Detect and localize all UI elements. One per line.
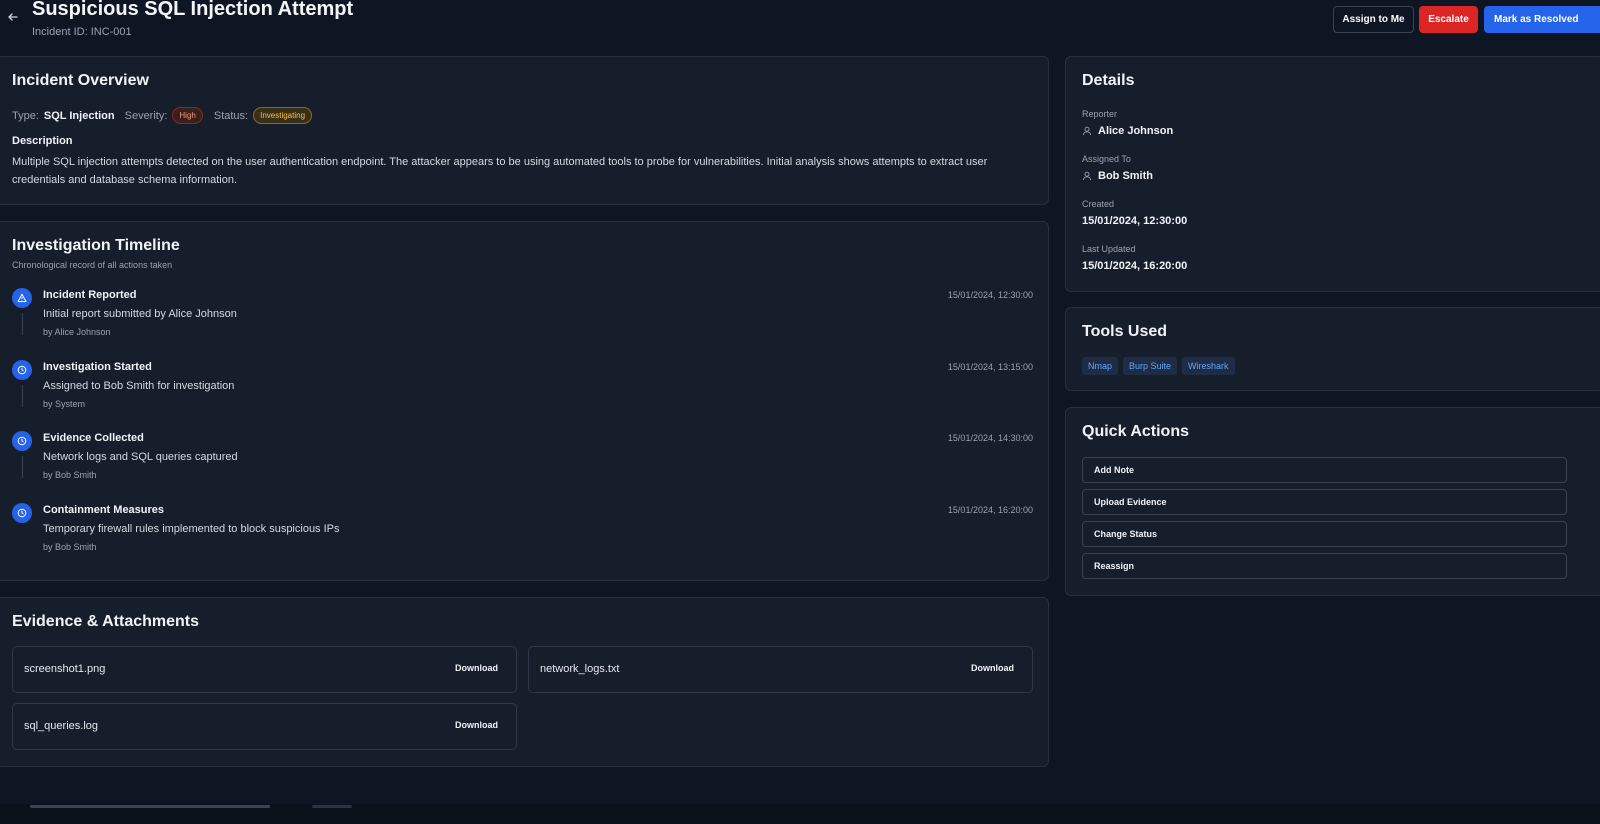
timeline-connector (22, 313, 23, 335)
incident-id: Incident ID: INC-001 (32, 26, 132, 38)
incident-overview-card: Incident Overview Type: SQL Injection Se… (0, 56, 1049, 205)
incident-meta-row: Type: SQL Injection Severity: High Statu… (12, 107, 323, 124)
clock-icon (12, 360, 32, 380)
timeline-item-author: by System (43, 399, 86, 409)
status-badge: Investigating (253, 107, 313, 124)
timeline-item: Containment Measures Temporary firewall … (12, 503, 1037, 573)
timeline-item: Investigation Started Assigned to Bob Sm… (12, 360, 1037, 430)
timeline-item: Evidence Collected Network logs and SQL … (12, 431, 1037, 501)
tool-tag: Wireshark (1182, 357, 1235, 375)
download-button[interactable]: Download (455, 720, 498, 730)
file-name: network_logs.txt (540, 663, 620, 675)
timeline-item-description: Temporary firewall rules implemented to … (43, 523, 340, 535)
timeline-item-title: Evidence Collected (43, 432, 144, 444)
upload-evidence-button[interactable]: Upload Evidence (1082, 489, 1567, 515)
type-label: Type: (12, 109, 39, 122)
updated-label: Last Updated (1082, 244, 1136, 254)
created-label: Created (1082, 199, 1115, 209)
download-button[interactable]: Download (971, 663, 1014, 673)
description-label: Description (12, 135, 73, 147)
timeline-item-description: Assigned to Bob Smith for investigation (43, 380, 235, 392)
tool-tag-list: Nmap Burp Suite Wireshark (1082, 357, 1240, 375)
investigation-timeline-card: Investigation Timeline Chronological rec… (0, 221, 1049, 581)
type-value: SQL Injection (43, 109, 115, 122)
description-text: Multiple SQL injection attempts detected… (12, 156, 988, 186)
download-button[interactable]: Download (455, 663, 498, 673)
timeline-item: Incident Reported Initial report submitt… (12, 288, 1037, 358)
timeline-connector (22, 385, 23, 407)
timeline-item-time: 15/01/2024, 16:20:00 (947, 505, 1033, 515)
section-title: Evidence & Attachments (12, 613, 200, 630)
created-value: 15/01/2024, 12:30:00 (1082, 215, 1188, 227)
scrollbar-thumb[interactable] (312, 805, 352, 808)
tools-used-card: Tools Used Nmap Burp Suite Wireshark (1065, 307, 1600, 391)
timeline-item-title: Investigation Started (43, 361, 152, 373)
file-name: screenshot1.png (24, 663, 106, 675)
timeline-subtitle: Chronological record of all actions take… (12, 260, 173, 270)
reporter-label: Reporter (1082, 109, 1118, 119)
add-note-button[interactable]: Add Note (1082, 457, 1567, 483)
evidence-card: Evidence & Attachments screenshot1.png D… (0, 597, 1049, 767)
section-title: Investigation Timeline (12, 237, 180, 254)
assigned-label: Assigned To (1082, 154, 1131, 164)
timeline-connector (22, 456, 23, 478)
page-header: Suspicious SQL Injection Attempt Inciden… (0, 0, 1600, 50)
evidence-file: screenshot1.png Download (12, 646, 517, 693)
timeline-item-description: Network logs and SQL queries captured (43, 451, 238, 463)
tool-tag: Burp Suite (1123, 357, 1178, 375)
tool-tag: Nmap (1082, 357, 1119, 375)
details-card: Details Reporter Alice Johnson Assigned … (1065, 56, 1600, 292)
timeline-item-description: Initial report submitted by Alice Johnso… (43, 308, 237, 320)
timeline-item-title: Containment Measures (43, 504, 165, 516)
reassign-button[interactable]: Reassign (1082, 553, 1567, 579)
assignee-name: Bob Smith (1098, 170, 1153, 182)
timeline-item-author: by Alice Johnson (43, 327, 111, 337)
back-arrow-icon[interactable] (4, 10, 22, 28)
timeline-item-title: Incident Reported (43, 289, 137, 301)
timeline-item-time: 15/01/2024, 13:15:00 (947, 362, 1033, 372)
escalate-button[interactable]: Escalate (1419, 6, 1478, 33)
updated-value: 15/01/2024, 16:20:00 (1082, 260, 1188, 272)
assigned-value: Bob Smith (1082, 170, 1153, 182)
timeline-item-time: 15/01/2024, 14:30:00 (947, 433, 1033, 443)
clock-icon (12, 503, 32, 523)
quick-actions-card: Quick Actions Add Note Upload Evidence C… (1065, 407, 1600, 596)
user-icon (1083, 171, 1091, 181)
reporter-name: Alice Johnson (1098, 125, 1174, 137)
evidence-file: sql_queries.log Download (12, 703, 517, 750)
alert-triangle-icon (12, 288, 32, 308)
status-label: Status: (213, 109, 249, 122)
severity-label: Severity: (124, 109, 168, 122)
section-title: Quick Actions (1082, 423, 1189, 440)
timeline-item-author: by Bob Smith (43, 470, 97, 480)
timeline-item-time: 15/01/2024, 12:30:00 (947, 290, 1033, 300)
evidence-file: network_logs.txt Download (528, 646, 1033, 693)
section-title: Tools Used (1082, 323, 1168, 340)
mark-as-resolved-button[interactable]: Mark as Resolved (1484, 6, 1600, 33)
change-status-button[interactable]: Change Status (1082, 521, 1567, 547)
page-title: Suspicious SQL Injection Attempt (32, 0, 354, 20)
section-title: Incident Overview (12, 72, 149, 89)
reporter-value: Alice Johnson (1082, 125, 1173, 137)
severity-badge: High (172, 107, 203, 124)
clock-icon (12, 431, 32, 451)
scrollbar-thumb[interactable] (30, 805, 270, 808)
user-icon (1083, 126, 1091, 136)
timeline-item-author: by Bob Smith (43, 542, 97, 552)
assign-to-me-button[interactable]: Assign to Me (1333, 6, 1414, 33)
section-title: Details (1082, 72, 1135, 89)
file-name: sql_queries.log (24, 720, 98, 732)
